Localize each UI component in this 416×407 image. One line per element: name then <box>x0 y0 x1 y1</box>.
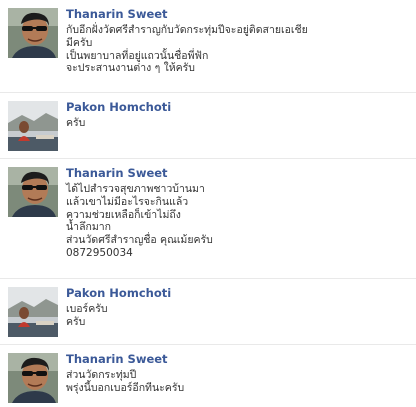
author-name[interactable]: Pakon Homchoti <box>66 100 171 114</box>
message-line: เบอร์ครับ <box>66 303 108 315</box>
avatar[interactable] <box>8 101 58 151</box>
message-item: Pakon Homchoti ครับ <box>0 93 416 159</box>
message-body: ได้ไปสำรวจสุขภาพชาวบ้านมา แล้วเขาไม่มีอะ… <box>66 183 410 260</box>
message-line: จะประสานงานต่าง ๆ ให้ครับ <box>66 62 195 75</box>
author-name[interactable]: Thanarin Sweet <box>66 166 168 180</box>
message-body: กับอีกฝั่งวัดศรีสำราญกับวัดกระทุ่มปีจะอย… <box>66 24 410 75</box>
avatar[interactable] <box>8 287 58 337</box>
message-line: กับอีกฝั่งวัดศรีสำราญกับวัดกระทุ่มปีจะอย… <box>66 24 308 36</box>
message-line: แล้วเขาไม่มีอะไรจะกินแล้ว <box>66 195 189 208</box>
message-line: ครับ <box>66 117 86 129</box>
message-line: ครับ <box>66 315 86 328</box>
message-line: พรุ่งนี้บอกเบอร์อีกทีนะครับ <box>66 381 185 394</box>
message-line: ความช่วยเหลือก็เข้าไม่ถึง <box>66 208 181 221</box>
message-thread: Thanarin Sweet กับอีกฝั่งวัดศรีสำราญกับว… <box>0 0 416 407</box>
message-line: ได้ไปสำรวจสุขภาพชาวบ้านมา <box>66 183 205 195</box>
avatar[interactable] <box>8 167 58 217</box>
message-body: ส่วนวัดกระทุ่มปี พรุ่งนี้บอกเบอร์อีกทีนะ… <box>66 369 410 395</box>
message-item: Thanarin Sweet ส่วนวัดกระทุ่มปี พรุ่งนี้… <box>0 345 416 407</box>
message-body: เบอร์ครับ ครับ <box>66 303 410 329</box>
phone-number: 0872950034 <box>66 246 133 259</box>
author-name[interactable]: Thanarin Sweet <box>66 7 168 21</box>
message-item: Pakon Homchoti เบอร์ครับ ครับ <box>0 279 416 345</box>
author-name[interactable]: Pakon Homchoti <box>66 286 171 300</box>
message-item: Thanarin Sweet ได้ไปสำรวจสุขภาพชาวบ้านมา… <box>0 159 416 279</box>
message-body: ครับ <box>66 117 410 130</box>
message-line: ส่วนวัดกระทุ่มปี <box>66 369 137 381</box>
message-line: เป็นพยาบาลที่อยู่แถวนั้นชื่อพี่ฟัก <box>66 49 209 62</box>
message-line: มีครับ <box>66 36 93 49</box>
avatar[interactable] <box>8 353 58 403</box>
message-item: Thanarin Sweet กับอีกฝั่งวัดศรีสำราญกับว… <box>0 0 416 93</box>
author-name[interactable]: Thanarin Sweet <box>66 352 168 366</box>
avatar[interactable] <box>8 8 58 58</box>
message-line: น้ำลึกมาก <box>66 221 112 234</box>
message-line: ส่วนวัดศรีสำราญชื่อ คุณเม้ยครับ <box>66 234 213 247</box>
